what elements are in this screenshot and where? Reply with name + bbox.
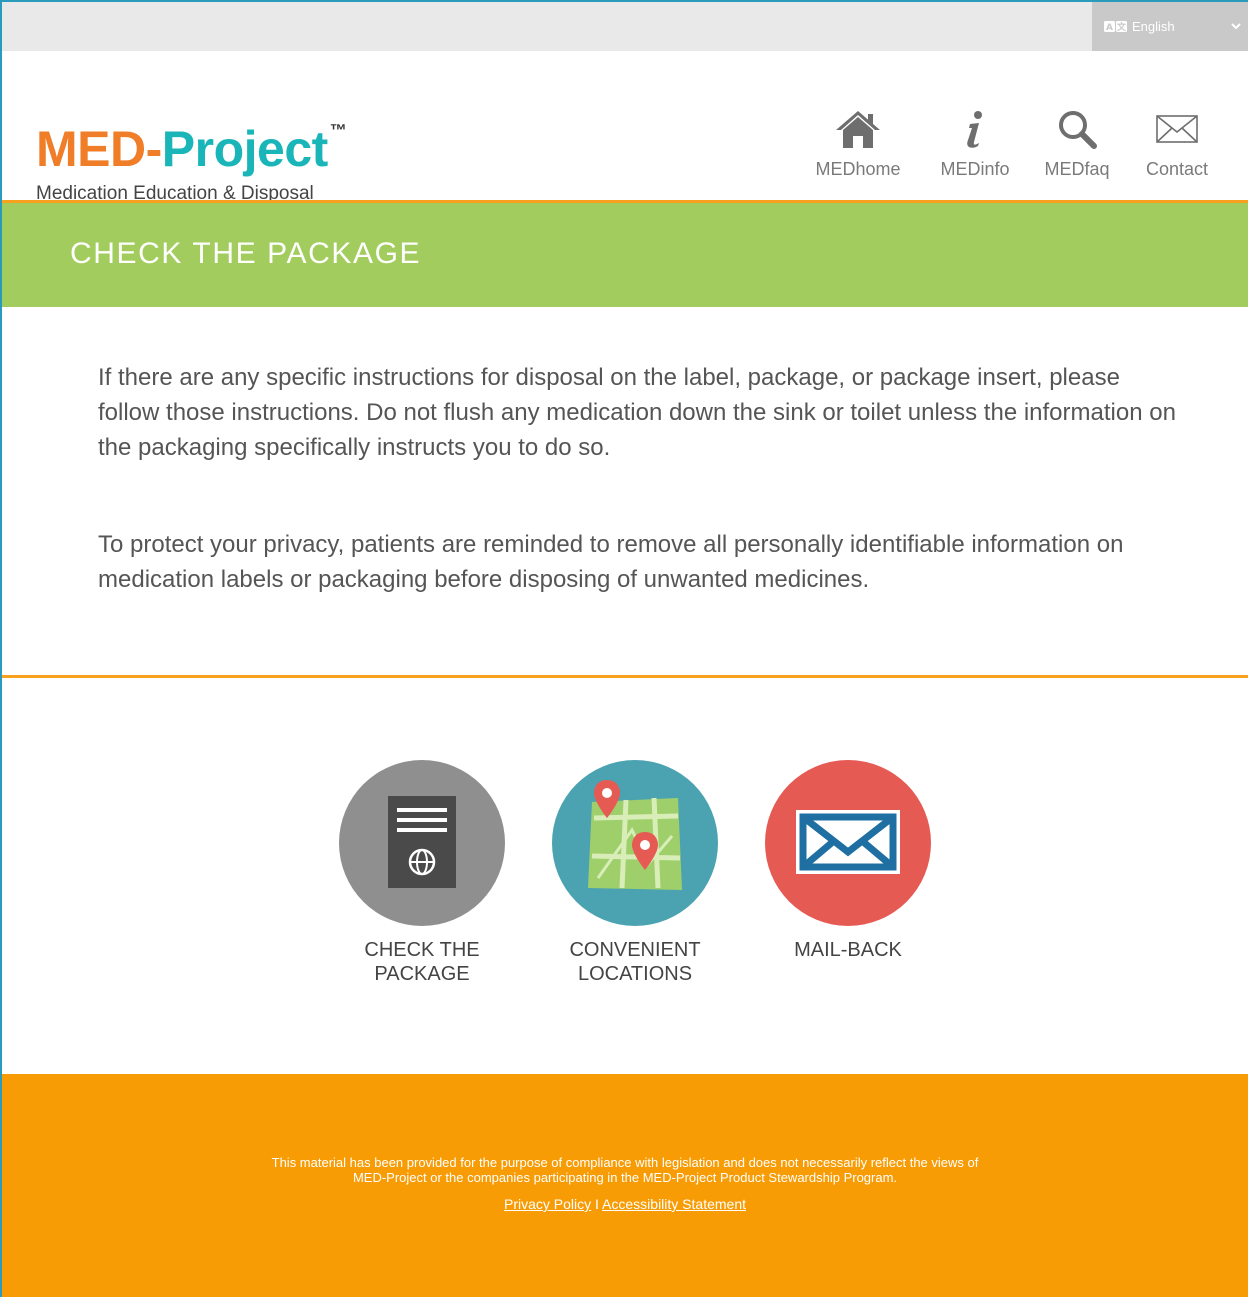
instruction-paragraph: If there are any specific instructions f… (98, 364, 1176, 461)
page-banner: CHECK THE PACKAGE (2, 203, 1248, 307)
nav-item-medhome[interactable]: MEDhome (798, 107, 918, 180)
tile-caption-line: CHECK THE (364, 939, 480, 961)
privacy-paragraph: To protect your privacy, patients are re… (98, 531, 1124, 593)
mail-icon (765, 760, 931, 926)
map-icon (552, 760, 718, 926)
disclaimer-line: MED-Project or the companies participati… (352, 1170, 898, 1185)
nav-label: MEDhome (815, 159, 901, 179)
nav-item-contact[interactable]: Contact (1132, 107, 1222, 180)
translate-icon: A 文 (1104, 21, 1127, 32)
home-icon (798, 107, 918, 151)
tile-caption-line: MAIL-BACK (794, 939, 902, 961)
envelope-icon (1132, 107, 1222, 151)
footer-links: Privacy Policy I Accessibility Statement (2, 1196, 1248, 1212)
nav-item-medinfo[interactable]: MEDinfo (922, 107, 1028, 180)
disclaimer-line: This material has been provided for the … (271, 1155, 979, 1170)
site-footer: This material has been provided for the … (2, 1074, 1248, 1297)
tile-caption: CHECK THE PACKAGE (322, 938, 522, 986)
tile-check-the-package[interactable]: CHECK THE PACKAGE (322, 760, 522, 986)
tile-caption-line: CONVENIENT (569, 939, 701, 961)
language-label: English (1132, 19, 1175, 34)
svg-text:文: 文 (1116, 21, 1127, 32)
main-nav: MEDhome MEDinfo MEDfaq Contact (2, 107, 1248, 187)
tile-convenient-locations[interactable]: CONVENIENT LOCATIONS (535, 760, 735, 986)
package-icon (339, 760, 505, 926)
footer-disclaimer: This material has been provided for the … (2, 1155, 1248, 1185)
accessibility-statement-link[interactable]: Accessibility Statement (602, 1196, 746, 1212)
page-title: CHECK THE PACKAGE (70, 237, 422, 270)
tile-caption: CONVENIENT LOCATIONS (535, 938, 735, 986)
tile-caption: MAIL-BACK (748, 938, 948, 962)
tile-caption-line: LOCATIONS (577, 963, 693, 985)
tile-mail-back[interactable]: MAIL-BACK (748, 760, 948, 962)
page-frame: A 文 English MED-Project ™ Medication Educ… (0, 0, 1248, 1297)
nav-label: MEDfaq (1044, 159, 1110, 179)
privacy-policy-link[interactable]: Privacy Policy (504, 1196, 591, 1212)
main-content: If there are any specific instructions f… (98, 360, 1178, 597)
chevron-down-icon (1230, 19, 1242, 30)
link-separator: I (591, 1196, 603, 1212)
tile-caption-line: PACKAGE (374, 963, 470, 985)
search-icon (1032, 107, 1122, 151)
nav-label: Contact (1145, 159, 1209, 179)
top-bar (2, 2, 1248, 51)
nav-item-medfaq[interactable]: MEDfaq (1032, 107, 1122, 180)
svg-text:A: A (1106, 23, 1113, 32)
info-icon (922, 107, 1028, 151)
content-divider (2, 675, 1248, 678)
language-selector[interactable]: A 文 English (1092, 2, 1248, 51)
nav-label: MEDinfo (940, 159, 1010, 179)
